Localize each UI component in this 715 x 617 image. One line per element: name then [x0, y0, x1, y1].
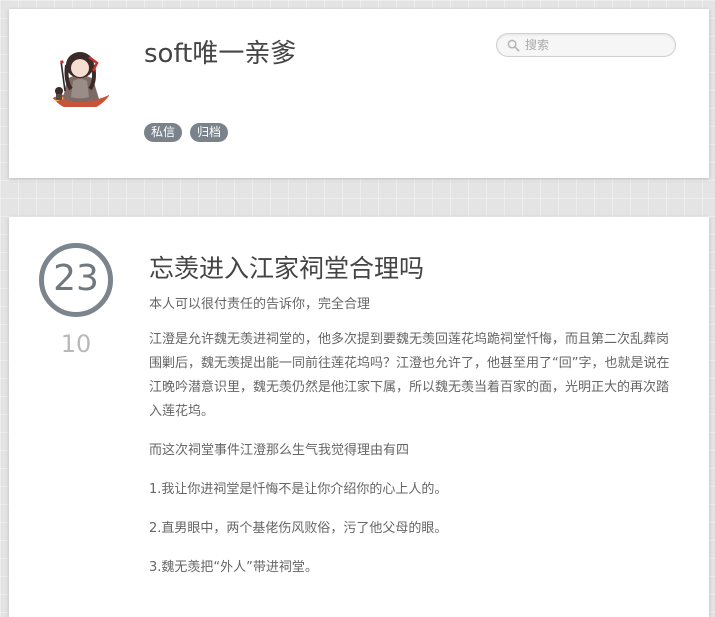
blog-title[interactable]: soft唯一亲爹	[144, 33, 296, 70]
post-date-month: 10	[60, 330, 92, 358]
avatar-illustration	[45, 41, 115, 111]
post-paragraph: 3.魏无羡把“外人”带进祠堂。	[149, 560, 318, 575]
nav-tag-message[interactable]: 私信	[144, 123, 183, 142]
post-paragraph: 2.直男眼中，两个基佬伤风败俗，污了他父母的眼。	[149, 521, 448, 536]
nav-tags: 私信 归档	[144, 123, 229, 142]
blog-header: soft唯一亲爹 私信 归档	[9, 9, 709, 178]
nav-tag-archive[interactable]: 归档	[190, 123, 229, 142]
post-paragraph: 江澄是允许魏无羡进祠堂的，他多次提到要魏无羡回莲花坞跪祠堂忏悔，而且第二次乱葬岗…	[149, 332, 670, 419]
post-paragraph: 1.我让你进祠堂是忏悔不是让你介绍你的心上人的。	[149, 482, 448, 497]
search-box[interactable]	[496, 33, 676, 57]
post-card: 23 10 忘羡进入江家祠堂合理吗 本人可以很付责任的告诉你，完全合理 江澄是允…	[9, 217, 709, 617]
post-title[interactable]: 忘羡进入江家祠堂合理吗	[149, 249, 424, 285]
search-icon	[507, 39, 520, 52]
avatar[interactable]	[45, 41, 115, 111]
post-subtitle: 本人可以很付责任的告诉你，完全合理	[149, 297, 371, 312]
search-input[interactable]	[525, 36, 665, 54]
post-body: 江澄是允许魏无羡进祠堂的，他多次提到要魏无羡回莲花坞跪祠堂忏悔，而且第二次乱葬岗…	[149, 328, 674, 595]
post-paragraph: 而这次祠堂事件江澄那么生气我觉得理由有四	[149, 443, 410, 458]
post-date-day: 23	[39, 243, 113, 317]
